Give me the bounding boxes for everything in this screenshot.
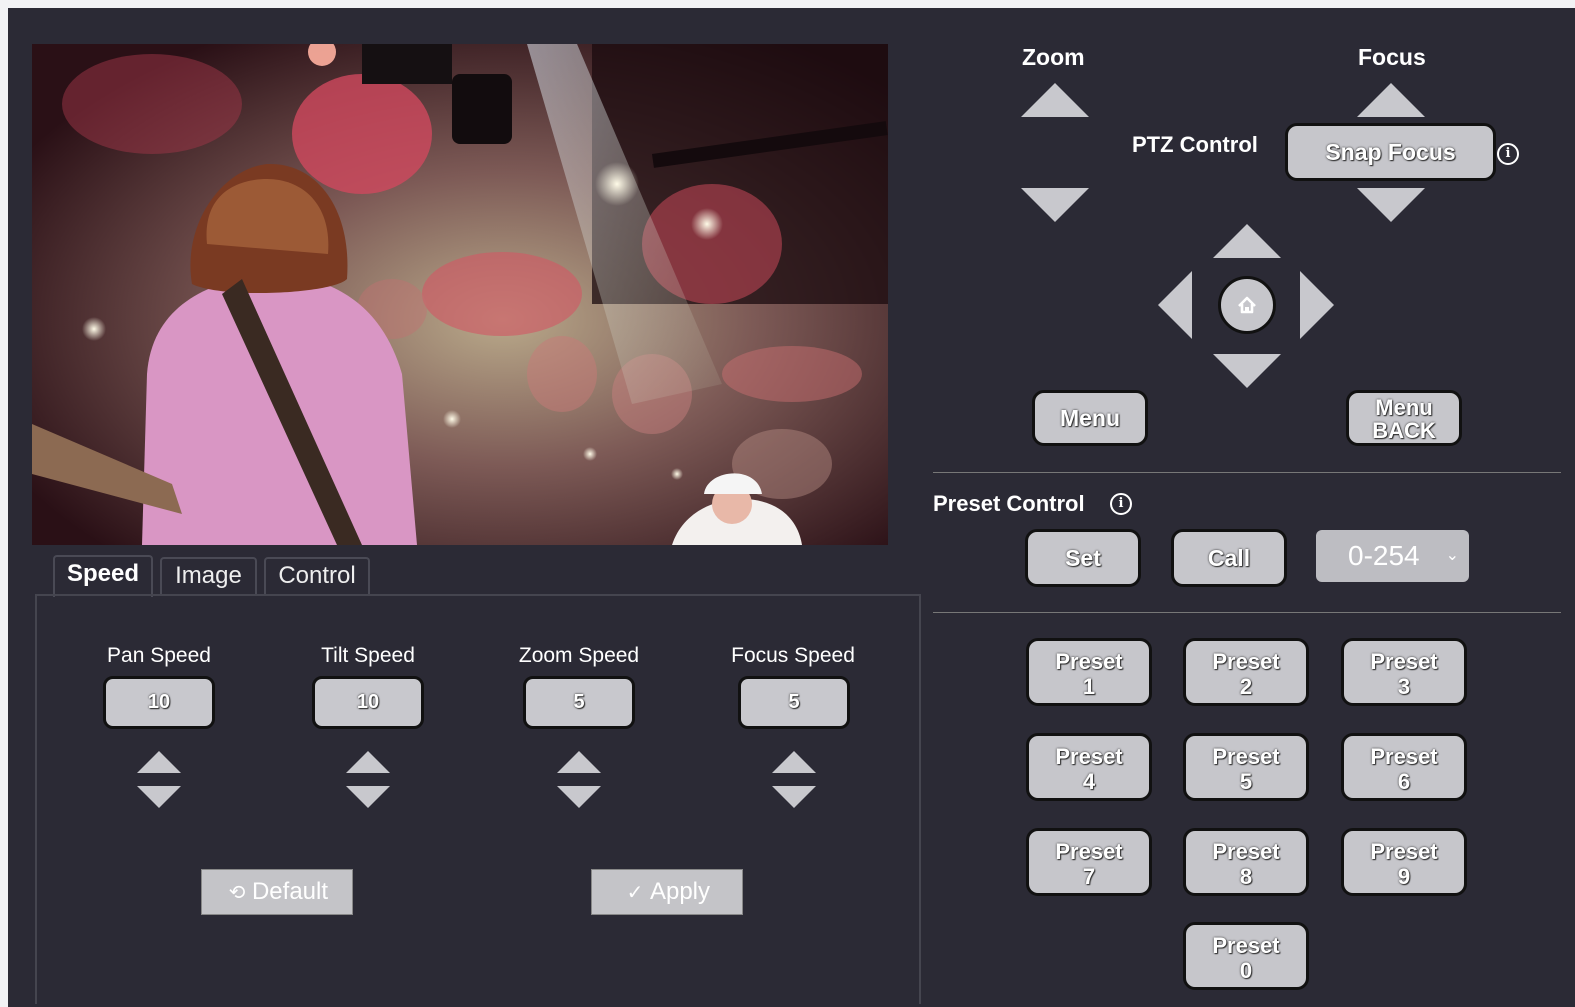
preset-label: Preset — [1055, 744, 1123, 769]
preset-0-button[interactable]: Preset 0 — [1183, 922, 1309, 990]
preset-1-button[interactable]: Preset 1 — [1026, 638, 1152, 706]
preset-5-button[interactable]: Preset 5 — [1183, 733, 1309, 801]
preset-label: Preset — [1212, 649, 1280, 674]
concert-stage-image — [32, 44, 888, 545]
snap-focus-button[interactable]: Snap Focus — [1285, 123, 1496, 181]
preset-label: Preset — [1055, 649, 1123, 674]
menu-button[interactable]: Menu — [1032, 390, 1148, 446]
preset-info-icon[interactable]: i — [1110, 493, 1132, 515]
check-circle-icon: ✓ — [626, 882, 644, 904]
home-icon — [1238, 296, 1256, 314]
preset-3-button[interactable]: Preset 3 — [1341, 638, 1467, 706]
zoom-speed-down-icon[interactable] — [557, 786, 601, 808]
menu-back-line2: BACK — [1372, 418, 1436, 443]
preset-number: 9 — [1397, 864, 1411, 889]
chevron-down-icon: ⌄ — [1445, 547, 1459, 564]
preset-4-button[interactable]: Preset 4 — [1026, 733, 1152, 801]
menu-back-line1: Menu — [1375, 395, 1433, 420]
divider-bottom — [933, 612, 1561, 613]
pan-speed-value[interactable]: 10 — [103, 676, 215, 729]
pan-speed-up-icon[interactable] — [137, 751, 181, 773]
preset-2-button[interactable]: Preset 2 — [1183, 638, 1309, 706]
preset-label: Preset — [1212, 744, 1280, 769]
zoom-in-icon[interactable] — [1021, 83, 1089, 117]
zoom-speed-value[interactable]: 5 — [523, 676, 635, 729]
reset-icon: ⟲ — [228, 882, 246, 904]
video-preview — [32, 44, 888, 545]
preset-number: 8 — [1239, 864, 1253, 889]
preset-9-button[interactable]: Preset 9 — [1341, 828, 1467, 896]
preset-label: Preset — [1370, 839, 1438, 864]
tilt-speed-label: Tilt Speed — [321, 644, 415, 667]
preset-number: 2 — [1239, 674, 1253, 699]
apply-label: Apply — [649, 878, 711, 905]
preset-number-select[interactable]: 0-254 ⌄ — [1316, 530, 1469, 582]
preset-number: 5 — [1239, 769, 1253, 794]
ptz-control-title: PTZ Control — [1132, 132, 1258, 157]
zoom-heading: Zoom — [1022, 44, 1085, 70]
preset-label: Preset — [1212, 933, 1280, 958]
pan-right-icon[interactable] — [1300, 271, 1334, 339]
menu-back-button[interactable]: Menu BACK — [1346, 390, 1462, 446]
preset-label: Preset — [1370, 744, 1438, 769]
tilt-speed-down-icon[interactable] — [346, 786, 390, 808]
zoom-speed-up-icon[interactable] — [557, 751, 601, 773]
preset-control-title: Preset Control — [933, 491, 1085, 516]
default-button[interactable]: ⟲ Default — [201, 869, 353, 915]
preset-number: 6 — [1397, 769, 1411, 794]
home-button[interactable] — [1218, 276, 1276, 334]
focus-speed-up-icon[interactable] — [772, 751, 816, 773]
pan-speed-down-icon[interactable] — [137, 786, 181, 808]
zoom-out-icon[interactable] — [1021, 188, 1089, 222]
default-label: Default — [251, 878, 329, 905]
pan-speed-label: Pan Speed — [107, 644, 211, 667]
apply-button[interactable]: ✓ Apply — [591, 869, 743, 915]
focus-speed-down-icon[interactable] — [772, 786, 816, 808]
preset-set-button[interactable]: Set — [1025, 529, 1141, 587]
preset-number: 0 — [1239, 958, 1253, 983]
tab-image[interactable]: Image — [160, 557, 257, 595]
focus-heading: Focus — [1358, 44, 1426, 70]
preset-label: Preset — [1055, 839, 1123, 864]
tilt-speed-value[interactable]: 10 — [312, 676, 424, 729]
preset-call-button[interactable]: Call — [1171, 529, 1287, 587]
info-icon[interactable]: i — [1497, 143, 1519, 165]
preset-number-value: 0-254 — [1348, 540, 1420, 571]
focus-speed-value[interactable]: 5 — [738, 676, 850, 729]
divider-top — [933, 472, 1561, 473]
focus-speed-label: Focus Speed — [731, 644, 855, 667]
preset-number: 3 — [1397, 674, 1411, 699]
tilt-speed-up-icon[interactable] — [346, 751, 390, 773]
preset-number: 4 — [1082, 769, 1096, 794]
preset-number: 1 — [1082, 674, 1096, 699]
zoom-speed-label: Zoom Speed — [518, 644, 640, 667]
focus-near-icon[interactable] — [1357, 188, 1425, 222]
preset-8-button[interactable]: Preset 8 — [1183, 828, 1309, 896]
tab-speed[interactable]: Speed — [53, 555, 153, 597]
focus-far-icon[interactable] — [1357, 83, 1425, 117]
tilt-up-icon[interactable] — [1213, 224, 1281, 258]
tab-control[interactable]: Control — [264, 557, 370, 595]
tilt-down-icon[interactable] — [1213, 354, 1281, 388]
pan-left-icon[interactable] — [1158, 271, 1192, 339]
preset-number: 7 — [1082, 864, 1096, 889]
preset-label: Preset — [1212, 839, 1280, 864]
preset-7-button[interactable]: Preset 7 — [1026, 828, 1152, 896]
camera-control-app: Speed Image Control Pan Speed Tilt Speed… — [8, 8, 1575, 1007]
preset-label: Preset — [1370, 649, 1438, 674]
preset-6-button[interactable]: Preset 6 — [1341, 733, 1467, 801]
